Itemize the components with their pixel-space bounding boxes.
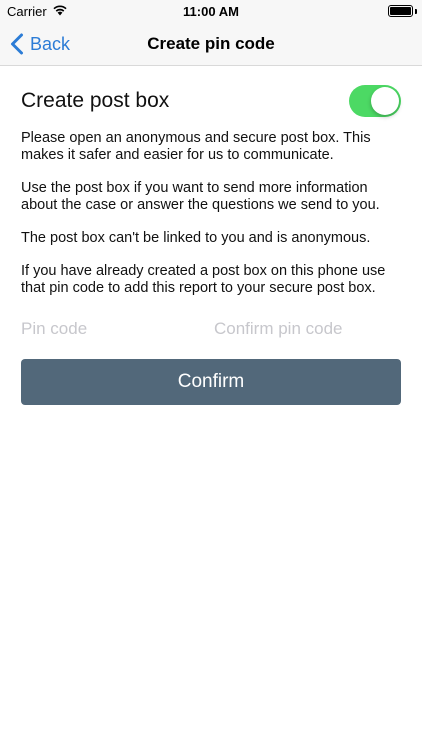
post-box-toggle[interactable] [349,85,401,117]
page-title: Create pin code [147,34,275,53]
battery-tip [415,9,417,14]
battery-icon [388,5,413,17]
info-paragraph-1: Please open an anonymous and secure post… [21,130,371,163]
info-paragraph-3: The post box can't be linked to you and … [21,230,371,246]
form-content: Create post box Please open an anonymous… [21,66,401,405]
info-paragraph-4: If you have already created a post box o… [21,263,386,296]
confirm-button[interactable]: Confirm [21,359,401,405]
toggle-knob [371,87,399,115]
navigation-bar: Back Create pin code [0,22,422,66]
pin-fields [21,313,401,345]
confirm-pin-code-input[interactable] [214,314,401,344]
info-paragraph-2: Use the post box if you want to send mor… [21,180,380,213]
clock: 11:00 AM [183,4,239,19]
pin-code-input[interactable] [21,314,214,344]
post-box-heading: Create post box [21,89,170,112]
post-box-row: Create post box [21,66,401,136]
status-bar: Carrier 11:00 AM [0,0,422,22]
